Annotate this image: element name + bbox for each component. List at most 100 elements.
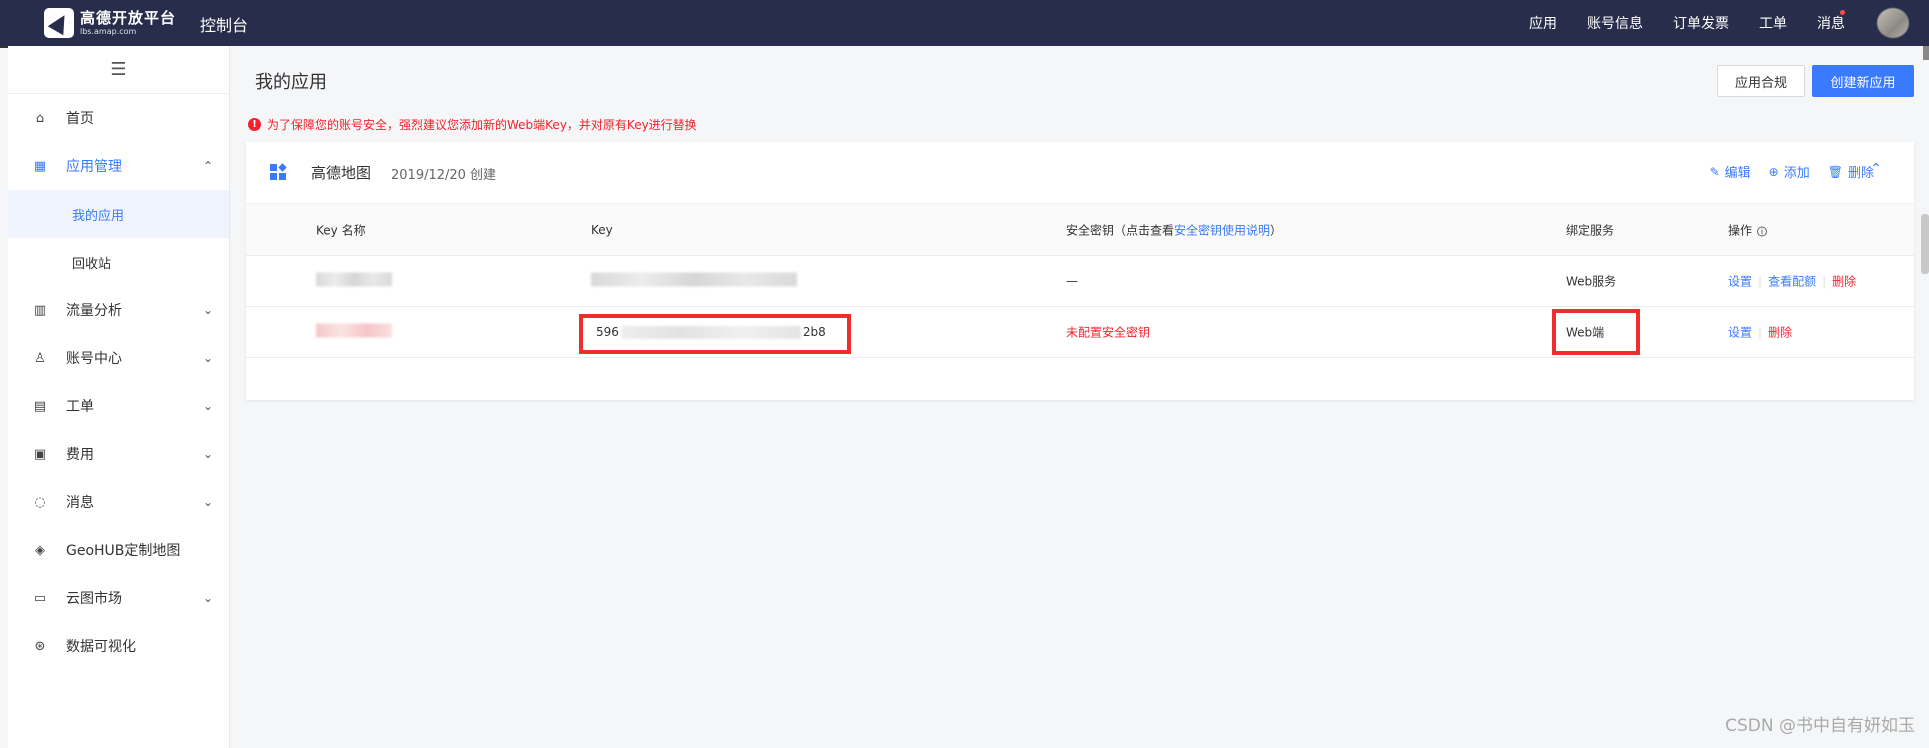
- grid-icon: ▦: [33, 158, 47, 174]
- sidebar-item-app-management[interactable]: ▦ 应用管理 ⌃: [8, 142, 229, 190]
- amap-logo-icon: [44, 8, 74, 38]
- console-title[interactable]: 控制台: [200, 12, 248, 36]
- sidebar-item-label: 流量分析: [66, 303, 122, 319]
- sidebar-item-account[interactable]: ♙ 账号中心 ⌄: [8, 334, 229, 382]
- app-icon: [270, 163, 287, 180]
- warning-icon: !: [248, 118, 261, 131]
- store-icon: ▭: [33, 590, 47, 606]
- secret-not-configured: 未配置安全密钥: [1066, 325, 1151, 340]
- topnav-account[interactable]: 账号信息: [1587, 13, 1643, 33]
- sidebar-item-home[interactable]: ⌂ 首页: [8, 94, 229, 142]
- column-key: Key: [591, 222, 613, 237]
- home-icon: ⌂: [35, 110, 45, 126]
- delete-app-button[interactable]: 🗑 删除: [1828, 162, 1874, 182]
- message-icon: ◌: [34, 494, 46, 510]
- sidebar-item-label: 应用管理: [66, 159, 122, 175]
- edge-mark: [0, 46, 8, 48]
- edit-label: 编辑: [1724, 166, 1751, 181]
- topnav-tickets[interactable]: 工单: [1759, 13, 1787, 33]
- settings-link[interactable]: 设置: [1728, 326, 1752, 340]
- bound-service: Web端: [1566, 325, 1605, 340]
- topnav-invoices[interactable]: 订单发票: [1673, 13, 1729, 33]
- key-table-header: Key 名称 Key 安全密钥（点击查看安全密钥使用说明） 绑定服务 操作 i: [246, 204, 1914, 256]
- create-app-button[interactable]: 创建新应用: [1812, 65, 1914, 97]
- secret-header-suffix: ）: [1270, 223, 1283, 237]
- sidebar-item-label: 首页: [66, 111, 94, 127]
- secret-header-text: 安全密钥（点击查看: [1066, 223, 1175, 237]
- top-nav: 应用 账号信息 订单发票 工单 消息: [1499, 13, 1845, 33]
- sidebar-item-recycle-bin[interactable]: 回收站: [8, 238, 229, 286]
- sidebar-item-billing[interactable]: ▣ 费用 ⌄: [8, 430, 229, 478]
- hamburger-icon[interactable]: ☰: [8, 46, 229, 94]
- row-ops: 设置 | 删除: [1728, 325, 1793, 340]
- sidebar-item-label: 工单: [66, 399, 94, 415]
- app-card-actions: ✎ 编辑 ⊕ 添加 🗑 删除: [1692, 162, 1874, 182]
- sidebar-item-geohub[interactable]: ◈ GeoHUB定制地图: [8, 526, 229, 574]
- table-row: 596 2b8 未配置安全密钥 Web端 设置 | 删除: [246, 307, 1914, 358]
- app-card-header: 高德地图 2019/12/20 创建 ✎ 编辑 ⊕ 添加 🗑 删除 ⌃: [246, 142, 1914, 204]
- key-name-redacted: [316, 323, 392, 341]
- key-start: 596: [596, 325, 619, 339]
- key-value[interactable]: 596 2b8: [596, 325, 826, 339]
- topnav-apps[interactable]: 应用: [1529, 13, 1557, 33]
- scrollbar-top[interactable]: [1923, 46, 1929, 60]
- sidebar-item-messages[interactable]: ◌ 消息 ⌄: [8, 478, 229, 526]
- app-created-date: 2019/12/20 创建: [391, 168, 497, 183]
- edit-icon: ✎: [1709, 164, 1720, 179]
- app-compliance-button[interactable]: 应用合规: [1717, 65, 1805, 97]
- scrollbar-thumb[interactable]: [1921, 214, 1929, 274]
- row-ops: 设置 | 查看配额 | 删除: [1728, 274, 1857, 289]
- key-name-redacted: [316, 272, 392, 290]
- bound-service: Web服务: [1566, 274, 1617, 289]
- sidebar-item-tickets[interactable]: ▤ 工单 ⌄: [8, 382, 229, 430]
- add-key-button[interactable]: ⊕ 添加: [1768, 162, 1810, 182]
- edit-app-button[interactable]: ✎ 编辑: [1709, 162, 1751, 182]
- sidebar-item-label: 消息: [66, 495, 94, 511]
- sidebar-item-label: 数据可视化: [66, 639, 136, 655]
- sidebar-item-traffic[interactable]: ▥ 流量分析 ⌄: [8, 286, 229, 334]
- delete-key-link[interactable]: 删除: [1768, 326, 1792, 340]
- sidebar-item-my-apps[interactable]: 我的应用: [8, 190, 229, 238]
- page-title: 我的应用: [255, 72, 327, 93]
- info-icon[interactable]: i: [1757, 226, 1768, 237]
- app-card: 高德地图 2019/12/20 创建 ✎ 编辑 ⊕ 添加 🗑 删除 ⌃ Key …: [246, 142, 1914, 400]
- logo-subtitle: lbs.amap.com: [80, 27, 137, 36]
- chevron-down-icon: ⌄: [202, 303, 213, 317]
- column-service: 绑定服务: [1566, 223, 1615, 237]
- avatar[interactable]: [1877, 8, 1909, 38]
- sidebar-item-cloud-market[interactable]: ▭ 云图市场 ⌄: [8, 574, 229, 622]
- chevron-up-icon[interactable]: ⌃: [1870, 161, 1882, 177]
- key-value-redacted: [591, 272, 797, 290]
- sidebar-item-data-visualization[interactable]: ⊛ 数据可视化: [8, 622, 229, 670]
- add-label: 添加: [1783, 166, 1810, 181]
- ticket-icon: ▤: [33, 398, 47, 414]
- settings-link[interactable]: 设置: [1728, 275, 1752, 289]
- view-quota-link[interactable]: 查看配额: [1768, 275, 1816, 289]
- visual-icon: ⊛: [34, 638, 46, 654]
- chevron-down-icon: ⌄: [202, 591, 213, 605]
- key-redacted-middle: [620, 325, 801, 339]
- sidebar-item-label: 账号中心: [66, 351, 122, 367]
- chevron-down-icon: ⌄: [202, 447, 213, 461]
- secret-help-link[interactable]: 安全密钥使用说明: [1174, 223, 1270, 237]
- layers-icon: ◈: [35, 542, 45, 558]
- secret-value: —: [1066, 274, 1078, 288]
- warning-text: 为了保障您的账号安全，强烈建议您添加新的Web端Key，并对原有Key进行替换: [267, 118, 697, 132]
- plus-circle-icon: ⊕: [1768, 164, 1779, 179]
- watermark: CSDN @书中自有妍如玉: [1725, 716, 1915, 736]
- sidebar-item-label: GeoHUB定制地图: [66, 543, 181, 559]
- main-content: 我的应用 应用合规 创建新应用 ! 为了保障您的账号安全，强烈建议您添加新的We…: [230, 46, 1914, 748]
- chevron-down-icon: ⌄: [202, 495, 213, 509]
- bill-icon: ▣: [33, 446, 47, 462]
- security-warning: ! 为了保障您的账号安全，强烈建议您添加新的Web端Key，并对原有Key进行替…: [248, 116, 697, 133]
- top-bar: 高德开放平台 lbs.amap.com 控制台 应用 账号信息 订单发票 工单 …: [0, 0, 1929, 46]
- sidebar-item-label: 云图市场: [66, 591, 122, 607]
- ops-header-text: 操作: [1728, 223, 1753, 237]
- column-ops: 操作 i: [1728, 221, 1768, 238]
- topnav-messages[interactable]: 消息: [1817, 13, 1845, 33]
- app-name: 高德地图: [311, 164, 372, 182]
- delete-key-link[interactable]: 删除: [1832, 275, 1856, 289]
- logo[interactable]: 高德开放平台 lbs.amap.com: [44, 6, 176, 40]
- key-end: 2b8: [802, 325, 826, 339]
- user-icon: ♙: [34, 350, 46, 366]
